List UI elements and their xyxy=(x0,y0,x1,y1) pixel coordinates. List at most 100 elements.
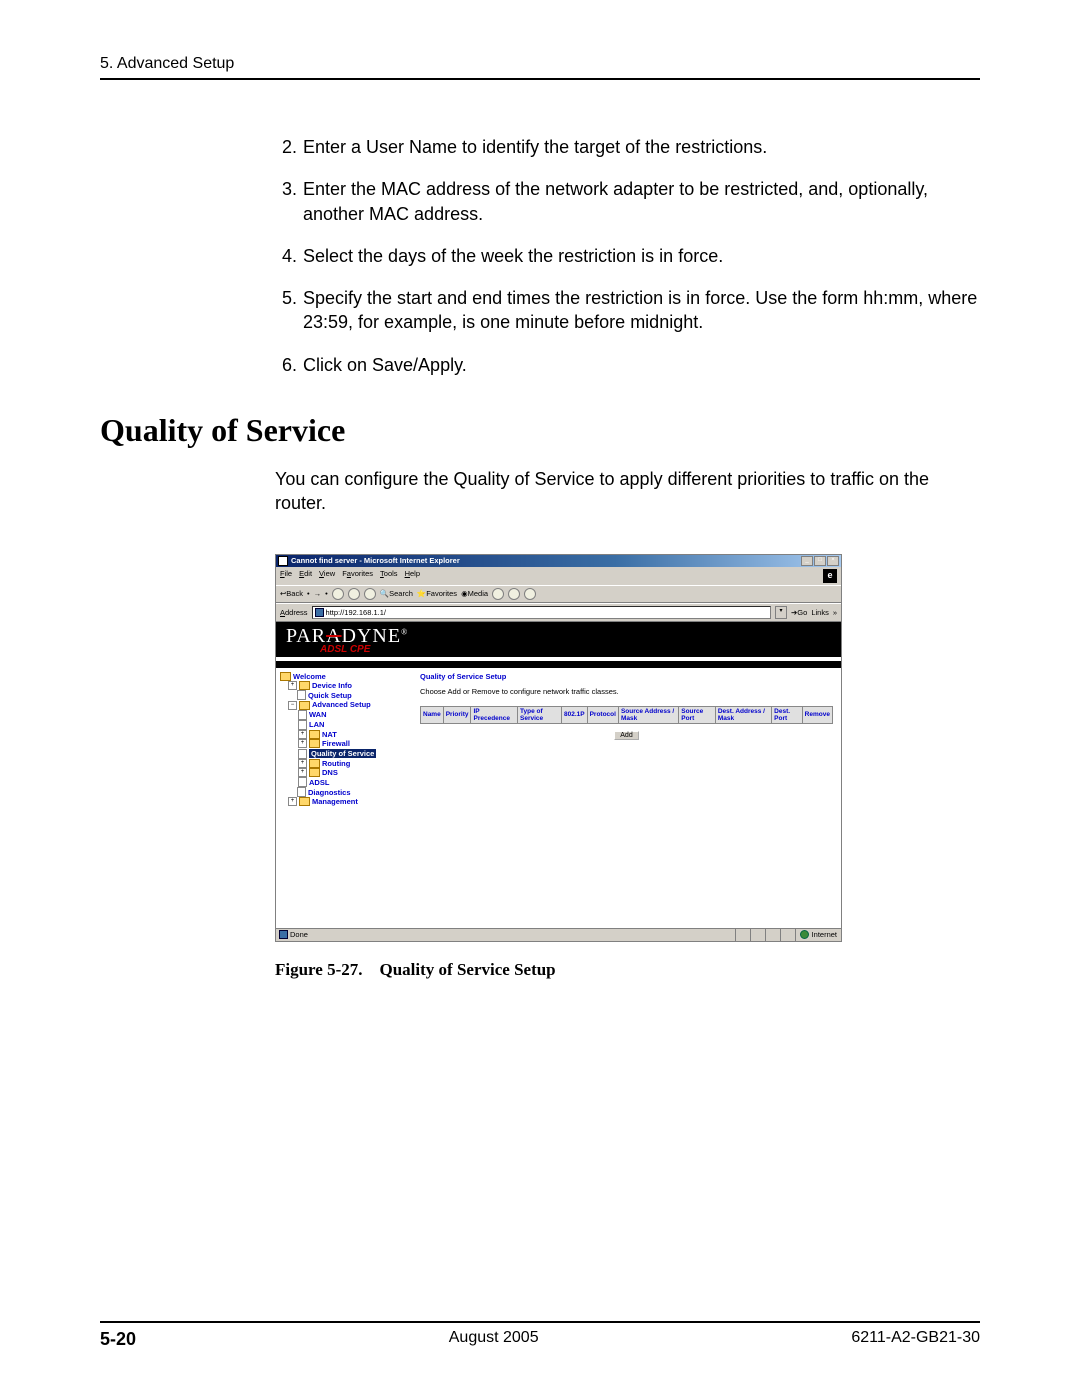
favorites-button[interactable]: ⭐Favorites xyxy=(417,589,457,598)
ie-page-icon xyxy=(315,608,324,617)
internet-zone-icon xyxy=(800,930,809,939)
status-zone: Internet xyxy=(812,930,837,939)
expand-icon[interactable]: + xyxy=(288,681,297,690)
stop-icon[interactable] xyxy=(332,588,344,600)
tree-adsl[interactable]: ADSL xyxy=(280,777,408,787)
file-icon xyxy=(297,787,306,797)
menu-view[interactable]: View xyxy=(319,569,335,583)
status-segment xyxy=(751,929,766,941)
step-text: Enter a User Name to identify the target… xyxy=(303,135,767,159)
print-icon[interactable] xyxy=(524,588,536,600)
statusbar: Done Internet xyxy=(276,928,841,941)
expand-icon[interactable]: + xyxy=(298,730,307,739)
tree-quick-setup[interactable]: Quick Setup xyxy=(280,690,408,700)
mail-icon[interactable] xyxy=(508,588,520,600)
folder-icon xyxy=(309,730,320,739)
step-text: Specify the start and end times the rest… xyxy=(303,286,980,335)
header-rule xyxy=(100,78,980,80)
pane-title: Quality of Service Setup xyxy=(420,672,833,681)
forward-button[interactable]: → xyxy=(314,589,322,598)
ie-window: Cannot find server - Microsoft Internet … xyxy=(275,554,842,942)
status-segment xyxy=(766,929,781,941)
file-icon xyxy=(298,749,307,759)
history-icon[interactable] xyxy=(492,588,504,600)
add-button[interactable]: Add xyxy=(614,731,638,740)
sep: • xyxy=(307,589,310,598)
ie-page-icon xyxy=(279,930,288,939)
folder-icon xyxy=(309,739,320,748)
close-button[interactable]: × xyxy=(827,556,839,566)
address-label: Address xyxy=(280,608,308,617)
folder-icon xyxy=(299,797,310,806)
footer-docnum: 6211-A2-GB21-30 xyxy=(851,1329,980,1350)
file-icon xyxy=(298,777,307,787)
titlebar: Cannot find server - Microsoft Internet … xyxy=(276,555,841,567)
links-label[interactable]: Links xyxy=(811,608,829,617)
collapse-icon[interactable]: − xyxy=(288,701,297,710)
tree-device-info[interactable]: +Device Info xyxy=(280,681,408,690)
step-text: Enter the MAC address of the network ada… xyxy=(303,177,980,226)
status-done: Done xyxy=(290,930,308,939)
tree-routing[interactable]: +Routing xyxy=(280,759,408,768)
section-heading: Quality of Service xyxy=(100,412,980,449)
col-tos: Type of Service xyxy=(518,706,562,723)
tree-diagnostics[interactable]: Diagnostics xyxy=(280,787,408,797)
media-button[interactable]: ◉Media xyxy=(461,589,488,598)
expand-icon[interactable]: + xyxy=(298,739,307,748)
figure-caption: Figure 5-27. Quality of Service Setup xyxy=(275,960,980,980)
minimize-button[interactable]: _ xyxy=(801,556,813,566)
step-num: 6. xyxy=(275,353,297,377)
folder-icon xyxy=(299,681,310,690)
col-name: Name xyxy=(421,706,444,723)
header-chapter: 5. Advanced Setup xyxy=(100,55,980,73)
address-input[interactable]: http://192.168.1.1/ xyxy=(312,606,771,619)
pane-subtitle: Choose Add or Remove to configure networ… xyxy=(420,687,833,696)
col-dst-port: Dest. Port xyxy=(772,706,802,723)
tree-management[interactable]: +Management xyxy=(280,797,408,806)
refresh-icon[interactable] xyxy=(348,588,360,600)
brand-logo: PARADYNE® xyxy=(286,626,831,646)
menu-favorites[interactable]: Favorites xyxy=(342,569,373,583)
file-icon xyxy=(297,690,306,700)
footer-rule xyxy=(100,1321,980,1323)
expand-icon[interactable]: + xyxy=(298,768,307,777)
footer-page-number: 5-20 xyxy=(100,1329,136,1350)
steps-block: 2.Enter a User Name to identify the targ… xyxy=(275,135,980,377)
col-dst-addr: Dest. Address / Mask xyxy=(715,706,771,723)
qos-intro: You can configure the Quality of Service… xyxy=(275,467,980,516)
file-icon xyxy=(298,710,307,720)
maximize-button[interactable]: □ xyxy=(814,556,826,566)
col-protocol: Protocol xyxy=(587,706,618,723)
back-button[interactable]: ↩Back xyxy=(280,589,303,598)
titlebar-text: Cannot find server - Microsoft Internet … xyxy=(291,556,460,565)
expand-icon[interactable]: + xyxy=(288,797,297,806)
go-button[interactable]: ➔Go xyxy=(791,608,807,617)
step-num: 3. xyxy=(275,177,297,226)
tree-welcome[interactable]: Welcome xyxy=(280,672,408,681)
col-ip-precedence: IP Precedence xyxy=(471,706,518,723)
menu-tools[interactable]: Tools xyxy=(380,569,398,583)
step-num: 4. xyxy=(275,244,297,268)
search-button[interactable]: 🔍Search xyxy=(380,589,413,598)
links-chevron[interactable]: » xyxy=(833,608,837,617)
screenshot: Cannot find server - Microsoft Internet … xyxy=(275,554,980,942)
tree-dns[interactable]: +DNS xyxy=(280,768,408,777)
address-dropdown[interactable]: ▾ xyxy=(775,606,787,619)
tree-lan[interactable]: LAN xyxy=(280,720,408,730)
tree-nat[interactable]: +NAT xyxy=(280,730,408,739)
folder-icon xyxy=(309,759,320,768)
tree-firewall[interactable]: +Firewall xyxy=(280,739,408,748)
sep: • xyxy=(325,589,328,598)
menu-help[interactable]: Help xyxy=(405,569,420,583)
banner-divider xyxy=(276,661,841,668)
menu-edit[interactable]: Edit xyxy=(299,569,312,583)
tree-advanced-setup[interactable]: −Advanced Setup xyxy=(280,700,408,709)
tree-qos[interactable]: Quality of Service xyxy=(280,749,408,759)
menu-file[interactable]: FFileile xyxy=(280,569,292,583)
home-icon[interactable] xyxy=(364,588,376,600)
step-text: Select the days of the week the restrict… xyxy=(303,244,723,268)
tree-wan[interactable]: WAN xyxy=(280,710,408,720)
col-remove: Remove xyxy=(802,706,832,723)
expand-icon[interactable]: + xyxy=(298,759,307,768)
file-icon xyxy=(298,720,307,730)
